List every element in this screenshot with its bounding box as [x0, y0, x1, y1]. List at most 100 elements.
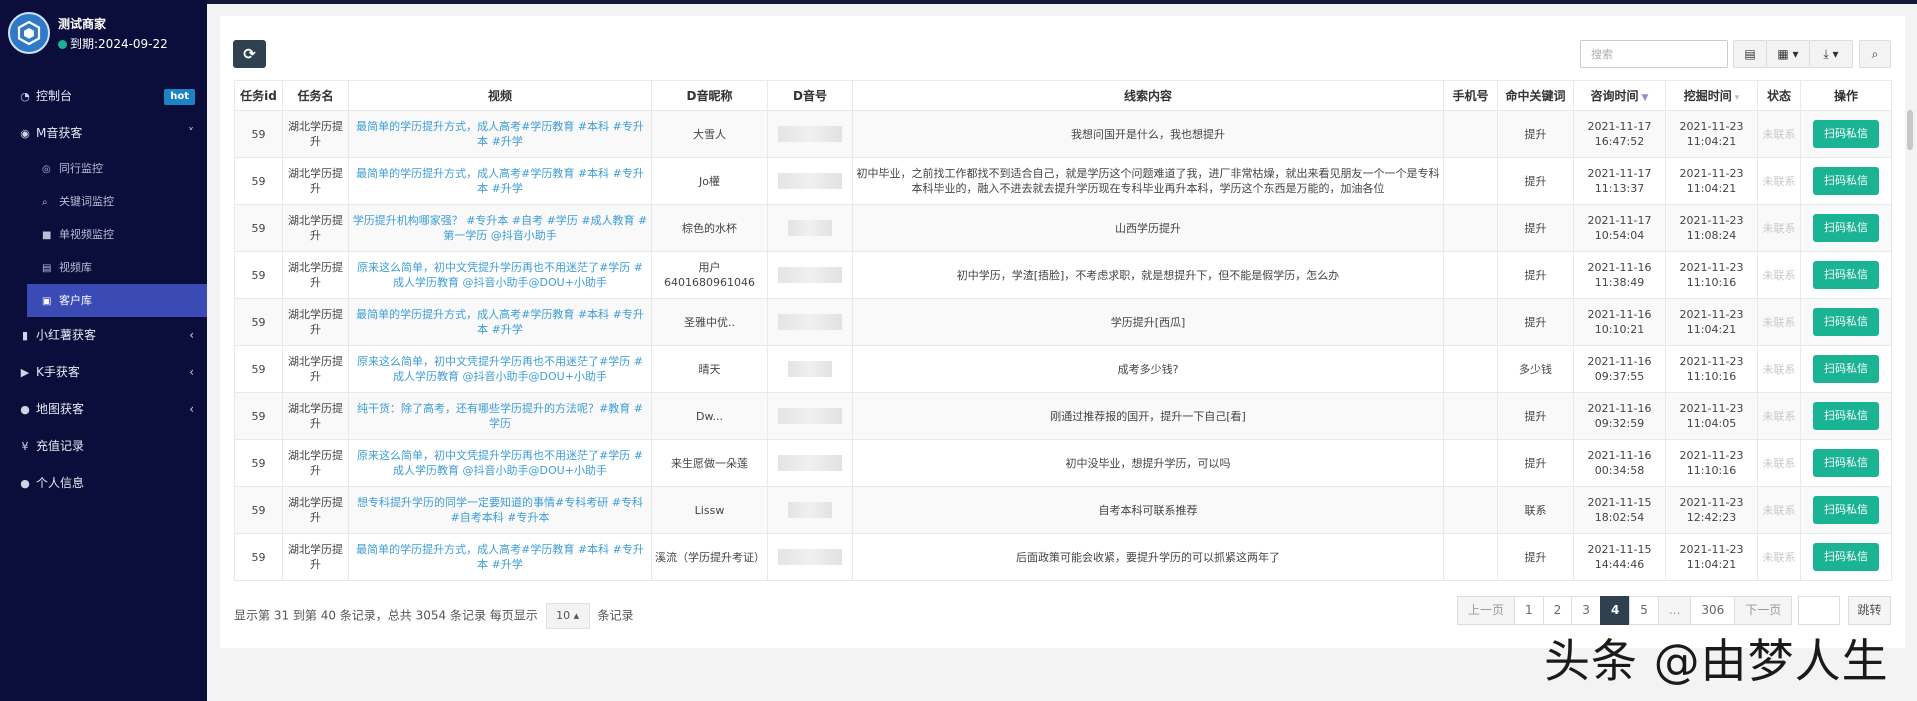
- sidebar-subitem-peer-monitor[interactable]: ◎ 同行监控: [0, 152, 207, 185]
- cell-video-link[interactable]: 学历提升机构哪家强？ #专升本 #自考 #学历 #成人教育 #第一学历 @抖音小…: [348, 204, 652, 252]
- cell-clue: 后面政策可能会收紧，要提升学历的可以抓紧这两年了: [852, 533, 1444, 581]
- table-row: 59 湖北学历提升 原来这么简单，初中文凭提升学历再也不用迷茫了#学历 #成人学历教…: [234, 439, 1892, 487]
- shop-name: 测试商家: [58, 17, 107, 31]
- next-page-button[interactable]: 下一页: [1734, 596, 1793, 625]
- prev-page-button[interactable]: 上一页: [1457, 596, 1516, 625]
- columns-button[interactable]: ▦ ▾: [1766, 40, 1810, 68]
- sidebar-subitem-video-library[interactable]: ▤ 视频库: [0, 251, 207, 284]
- cell-clue: 刚通过推荐报的国开，提升一下自己[看]: [852, 392, 1444, 440]
- sidebar-subitem-keyword-monitor[interactable]: ⌕ 关键词监控: [0, 185, 207, 218]
- cell-video-link[interactable]: 最简单的学历提升方式，成人高考#学历教育 #本科 #专升本 #升学: [348, 157, 652, 205]
- scan-message-button[interactable]: 扫码私信: [1813, 496, 1879, 524]
- search-icon: ⌕: [42, 197, 48, 208]
- scan-message-button[interactable]: 扫码私信: [1813, 402, 1879, 430]
- cell-consult-time: 2021-11-17 11:13:37: [1573, 157, 1666, 205]
- page-button[interactable]: 5: [1629, 596, 1659, 625]
- cell-video-link[interactable]: 最简单的学历提升方式，成人高考#学历教育 #本科 #专升本 #升学: [348, 533, 652, 581]
- page-button[interactable]: 3: [1571, 596, 1601, 625]
- cell-video-link[interactable]: 纯干货：除了高考，还有哪些学历提升的方法呢？#教育 #学历: [348, 392, 652, 440]
- scrollbar[interactable]: [1907, 110, 1913, 150]
- redacted-account: [778, 408, 842, 424]
- sidebar-item-map[interactable]: ● 地图获客 ‹: [0, 391, 207, 428]
- page-button-active[interactable]: 4: [1599, 596, 1631, 625]
- cell-phone: [1443, 533, 1498, 581]
- cell-video-link[interactable]: 最简单的学历提升方式，成人高考#学历教育 #本科 #专升本 #升学: [348, 110, 652, 158]
- map-marker-icon: ●: [20, 403, 30, 416]
- cell-action: 扫码私信: [1800, 110, 1892, 158]
- scan-message-button[interactable]: 扫码私信: [1813, 449, 1879, 477]
- col-phone[interactable]: 手机号: [1443, 80, 1498, 111]
- sidebar-item-xhs[interactable]: ▮ 小红薯获客 ‹: [0, 317, 207, 354]
- export-button[interactable]: ⤓ ▾: [1809, 40, 1853, 68]
- cell-keyword: 提升: [1497, 439, 1574, 487]
- scan-message-button[interactable]: 扫码私信: [1813, 120, 1879, 148]
- cell-keyword: 提升: [1497, 392, 1574, 440]
- download-icon: ⤓ ▾: [1823, 47, 1839, 61]
- sidebar-item-profile[interactable]: ● 个人信息: [0, 465, 207, 502]
- col-keyword[interactable]: 命中关键词: [1497, 80, 1574, 111]
- col-account[interactable]: D音号: [767, 80, 853, 111]
- chevron-left-icon: ‹: [189, 365, 194, 379]
- col-nickname[interactable]: D音昵称: [651, 80, 768, 111]
- cell-keyword: 多少钱: [1497, 345, 1574, 393]
- toggle-view-button[interactable]: ▤: [1733, 40, 1767, 68]
- search-input[interactable]: [1580, 40, 1728, 68]
- page-size-select[interactable]: 10 ▴: [545, 603, 590, 629]
- col-clue[interactable]: 线索内容: [852, 80, 1444, 111]
- sidebar-item-m-group[interactable]: ◉ M音获客 ˅: [0, 115, 207, 152]
- scan-message-button[interactable]: 扫码私信: [1813, 167, 1879, 195]
- video-icon: ■: [42, 230, 52, 241]
- cell-phone: [1443, 157, 1498, 205]
- scan-message-button[interactable]: 扫码私信: [1813, 543, 1879, 571]
- advanced-search-button[interactable]: ⌕: [1859, 40, 1891, 68]
- cell-consult-time: 2021-11-16 00:34:58: [1573, 439, 1666, 487]
- cell-task-name: 湖北学历提升: [282, 533, 349, 581]
- page-button[interactable]: 2: [1542, 596, 1573, 625]
- cell-action: 扫码私信: [1800, 439, 1892, 487]
- cell-video-link[interactable]: 最简单的学历提升方式，成人高考#学历教育 #本科 #专升本 #升学: [348, 298, 652, 346]
- cell-task-name: 湖北学历提升: [282, 439, 349, 487]
- col-video[interactable]: 视频: [348, 80, 652, 111]
- cell-account: [767, 204, 853, 252]
- cell-account: [767, 533, 853, 581]
- cell-video-link[interactable]: 原来这么简单，初中文凭提升学历再也不用迷茫了#学历 #成人学历教育 @抖音小助手…: [348, 439, 652, 487]
- col-task-name[interactable]: 任务名: [282, 80, 349, 111]
- cell-phone: [1443, 486, 1498, 534]
- cell-phone: [1443, 345, 1498, 393]
- cell-video-link[interactable]: 想专科提升学历的同学一定要知道的事情#专科考研 #专科 #自考本科 #专升本: [348, 486, 652, 534]
- cell-consult-time: 2021-11-16 11:38:49: [1573, 251, 1666, 299]
- sidebar-item-dashboard[interactable]: ◔ 控制台 hot: [0, 78, 207, 115]
- jump-button[interactable]: 跳转: [1848, 596, 1891, 625]
- table-row: 59 湖北学历提升 想专科提升学历的同学一定要知道的事情#专科考研 #专科 #自考本…: [234, 486, 1892, 534]
- scan-message-button[interactable]: 扫码私信: [1813, 214, 1879, 242]
- jump-page-input[interactable]: [1798, 596, 1840, 625]
- col-mined-time[interactable]: 挖掘时间 ▾: [1665, 80, 1758, 111]
- cell-mined-time: 2021-11-23 12:42:23: [1665, 486, 1758, 534]
- cell-task-id: 59: [234, 251, 283, 299]
- cell-keyword: 提升: [1497, 204, 1574, 252]
- page-button[interactable]: 306: [1690, 596, 1736, 625]
- cell-mined-time: 2021-11-23 11:04:21: [1665, 157, 1758, 205]
- col-consult-time[interactable]: 咨询时间 ▼: [1573, 80, 1666, 111]
- yen-icon: ¥: [21, 440, 29, 453]
- cell-account: [767, 110, 853, 158]
- dashboard-icon: ◔: [20, 90, 30, 103]
- scan-message-button[interactable]: 扫码私信: [1813, 261, 1879, 289]
- cell-task-id: 59: [234, 533, 283, 581]
- refresh-button[interactable]: ⟳: [233, 40, 266, 68]
- sidebar-item-recharge[interactable]: ¥ 充值记录: [0, 428, 207, 465]
- scan-message-button[interactable]: 扫码私信: [1813, 308, 1879, 336]
- cell-action: 扫码私信: [1800, 486, 1892, 534]
- cell-action: 扫码私信: [1800, 204, 1892, 252]
- cell-video-link[interactable]: 原来这么简单，初中文凭提升学历再也不用迷茫了#学历 #成人学历教育 @抖音小助手…: [348, 345, 652, 393]
- page-button[interactable]: 1: [1514, 596, 1544, 625]
- cell-phone: [1443, 251, 1498, 299]
- sidebar-subitem-customer-library[interactable]: ▣ 客户库: [27, 284, 207, 317]
- col-status[interactable]: 状态: [1757, 80, 1801, 111]
- cell-video-link[interactable]: 原来这么简单，初中文凭提升学历再也不用迷茫了#学历 #成人学历教育 @抖音小助手…: [348, 251, 652, 299]
- col-task-id[interactable]: 任务id: [234, 80, 283, 111]
- sidebar-subitem-video-monitor[interactable]: ■ 单视频监控: [0, 218, 207, 251]
- cell-nickname: 溪流（学历提升考证）: [651, 533, 768, 581]
- sidebar-item-k[interactable]: ▶ K手获客 ‹: [0, 354, 207, 391]
- scan-message-button[interactable]: 扫码私信: [1813, 355, 1879, 383]
